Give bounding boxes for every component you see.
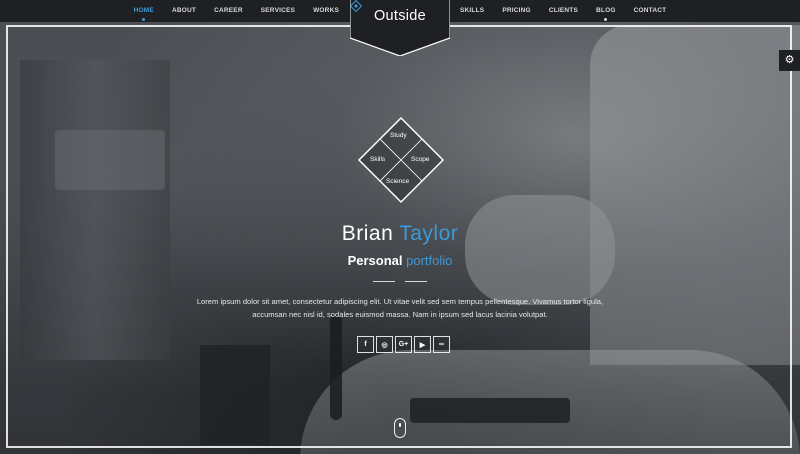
nav-home-label: HOME [133, 7, 154, 14]
emblem-label-bottom: Science [386, 178, 410, 185]
logo-text: Outside [373, 8, 427, 24]
facebook-icon[interactable]: f [357, 336, 374, 353]
skills-emblem: Study Skills Scope Science [357, 116, 445, 204]
nav-right: SKILLS PRICING CLIENTS BLOG CONTACT [451, 0, 675, 22]
nav-contact-label: CONTACT [633, 7, 667, 14]
first-name: Brian [341, 222, 394, 245]
nav-skills[interactable]: SKILLS [451, 0, 493, 22]
nav-works[interactable]: WORKS [304, 0, 348, 22]
description-line-2: accumsan nec nisl id, sodales euismod ma… [252, 309, 548, 319]
nav-blog-label: BLOG [596, 7, 616, 14]
nav-contact[interactable]: CONTACT [625, 0, 676, 22]
nav-services-label: SERVICES [260, 7, 296, 14]
diamond-icon [350, 0, 362, 12]
emblem-label-top: Study [390, 132, 407, 139]
google-plus-icon[interactable]: G+ [395, 336, 412, 353]
nav-clients[interactable]: CLIENTS [540, 0, 587, 22]
settings-button[interactable]: ⚙ [779, 50, 800, 71]
hero-name: Brian Taylor [0, 222, 800, 246]
nav-skills-label: SKILLS [460, 7, 485, 14]
emblem-label-right: Scope [411, 156, 430, 163]
description-line-1: Lorem ipsum dolor sit amet, consectetur … [196, 297, 604, 306]
nav-about[interactable]: ABOUT [163, 0, 205, 22]
nav-career-label: CAREER [214, 7, 243, 14]
hero-description: Lorem ipsum dolor sit amet, consectetur … [160, 296, 640, 321]
nav-clients-label: CLIENTS [548, 7, 579, 14]
nav-blog[interactable]: BLOG [587, 0, 625, 22]
active-indicator [142, 18, 146, 21]
scroll-down-icon[interactable] [394, 418, 406, 438]
gear-icon: ⚙ [784, 54, 795, 66]
youtube-icon[interactable]: ▶ [414, 336, 431, 353]
nav-career[interactable]: CAREER [205, 0, 252, 22]
nav-pricing-label: PRICING [502, 7, 531, 14]
hero-subtitle: Personal portfolio [0, 253, 800, 268]
nav-left: HOME ABOUT CAREER SERVICES WORKS [125, 0, 348, 22]
lastfm-icon[interactable]: ∞ [433, 336, 450, 353]
mouse-wheel [399, 423, 401, 427]
github-icon[interactable]: ◎ [376, 336, 393, 353]
last-name: Taylor [399, 222, 459, 245]
nav-about-label: ABOUT [171, 7, 197, 14]
nav-home[interactable]: HOME [125, 0, 163, 22]
dropdown-indicator [604, 18, 608, 21]
nav-works-label: WORKS [313, 7, 339, 14]
subtitle-accent: portfolio [406, 253, 453, 268]
nav-pricing[interactable]: PRICING [493, 0, 540, 22]
emblem-label-left: Skills [370, 156, 386, 163]
logo-badge[interactable]: Outside [350, 0, 450, 56]
divider-left [373, 281, 395, 282]
divider-right [405, 281, 427, 282]
subtitle-main: Personal [347, 253, 403, 268]
nav-services[interactable]: SERVICES [252, 0, 304, 22]
social-links: f ◎ G+ ▶ ∞ [357, 336, 452, 353]
